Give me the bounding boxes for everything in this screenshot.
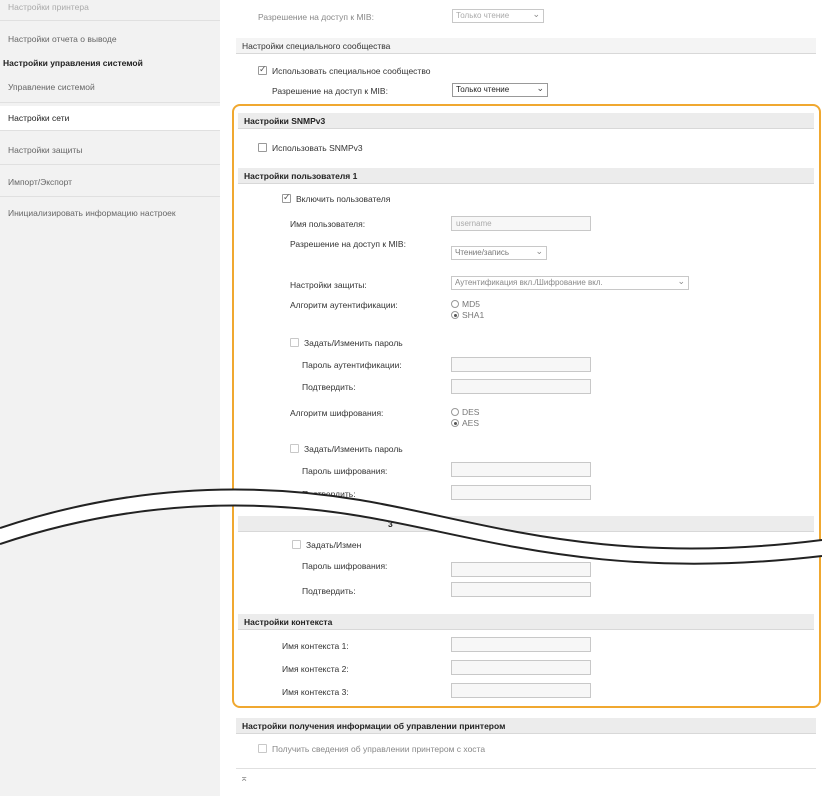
sidebar-item-system-management[interactable]: Управление системой	[0, 82, 220, 92]
auth-password-field[interactable]	[451, 357, 591, 372]
enable-user-checkbox[interactable]	[282, 192, 291, 203]
context-name-1-label: Имя контекста 1:	[282, 641, 349, 651]
sidebar-item-import-export[interactable]: Импорт/Экспорт	[0, 177, 220, 187]
chevron-down-icon: ⌄	[536, 83, 544, 93]
auth-md5-label: MD5	[462, 299, 480, 309]
sidebar-divider	[0, 130, 220, 131]
auth-confirm-field[interactable]	[451, 379, 591, 394]
sidebar-item-network-settings[interactable]: Настройки сети	[0, 106, 220, 130]
user-mib-access-select[interactable]: Чтение/запись ⌄	[451, 246, 547, 260]
mib-access-label: Разрешение на доступ к MIB:	[272, 86, 388, 96]
use-special-community-label: Использовать специальное сообщество	[272, 66, 431, 76]
username-field[interactable]: username	[451, 216, 591, 231]
auth-sha1-label: SHA1	[462, 310, 485, 320]
sidebar-group-system-management: Настройки управления системой	[3, 58, 143, 68]
username-label: Имя пользователя:	[290, 219, 366, 229]
chevron-down-icon: ⌄	[532, 9, 540, 19]
snmpv3-section-title: Настройки SNMPv3	[238, 113, 814, 129]
context-name-3-label: Имя контекста 3:	[282, 687, 349, 697]
footer-divider	[236, 768, 816, 769]
context-name-1-field[interactable]	[451, 637, 591, 652]
enc-des-radio[interactable]	[451, 408, 459, 416]
special-community-section-title: Настройки специального сообщества	[236, 38, 816, 54]
use-snmpv3-label: Использовать SNMPv3	[272, 143, 363, 153]
enc-aes-radio[interactable]	[451, 419, 459, 427]
sidebar-divider	[0, 196, 220, 197]
auth-password-label: Пароль аутентификации:	[302, 360, 402, 370]
enc-algorithm-label: Алгоритм шифрования:	[290, 408, 384, 418]
auth-sha1-radio[interactable]	[451, 311, 459, 319]
set-enc-password-label: Задать/Изменить пароль	[304, 444, 403, 454]
enc-aes-label: AES	[462, 418, 480, 428]
enc-des-label: DES	[462, 407, 480, 417]
set-enc-password-checkbox[interactable]	[290, 444, 299, 453]
context-section-title: Настройки контекста	[238, 614, 814, 630]
mib-access-select-dim[interactable]: Только чтение ⌄	[452, 9, 544, 23]
enc-password-field-2[interactable]	[451, 562, 591, 577]
auth-algorithm-label: Алгоритм аутентификации:	[290, 300, 398, 310]
set-enc-password-label-2: Задать/Измен	[306, 540, 362, 550]
sidebar-item-output-report[interactable]: Настройки отчета о выводе	[0, 34, 220, 44]
mib-access-select-value: Только чтение	[456, 85, 510, 94]
security-settings-select[interactable]: Аутентификация вкл./Шифрование вкл. ⌄	[451, 276, 689, 290]
sidebar-divider	[0, 164, 220, 165]
set-auth-password-checkbox[interactable]	[290, 338, 299, 347]
enc-confirm-label-3: Подтвердить:	[302, 586, 356, 596]
security-settings-select-value: Аутентификация вкл./Шифрование вкл.	[455, 278, 603, 287]
enc-password-label: Пароль шифрования:	[302, 466, 388, 476]
mib-access-select[interactable]: Только чтение ⌄	[452, 83, 548, 97]
sidebar-item-initialize-settings[interactable]: Инициализировать информацию настроек	[0, 207, 200, 220]
back-to-top-icon[interactable]: ⌅	[240, 773, 248, 784]
sidebar: Настройки принтера Настройки отчета о вы…	[0, 0, 220, 796]
set-enc-password-checkbox-2[interactable]	[292, 540, 301, 549]
user-mib-access-label: Разрешение на доступ к MIB:	[290, 239, 406, 249]
sidebar-divider	[0, 20, 220, 21]
mib-access-select-dim-value: Только чтение	[456, 11, 510, 20]
enc-confirm-label: Подтвердить:	[302, 489, 356, 499]
auth-md5-radio[interactable]	[451, 300, 459, 308]
user-mib-access-select-value: Чтение/запись	[455, 248, 509, 257]
security-settings-label: Настройки защиты:	[290, 280, 367, 290]
use-special-community-checkbox[interactable]	[258, 64, 267, 75]
auth-confirm-label: Подтвердить:	[302, 382, 356, 392]
use-snmpv3-checkbox[interactable]	[258, 143, 267, 152]
context-name-2-field[interactable]	[451, 660, 591, 675]
printer-mgmt-section-title: Настройки получения информации об управл…	[236, 718, 816, 734]
set-auth-password-label: Задать/Изменить пароль	[304, 338, 403, 348]
enc-confirm-field[interactable]	[451, 485, 591, 500]
chevron-down-icon: ⌄	[677, 276, 685, 286]
context-name-2-label: Имя контекста 2:	[282, 664, 349, 674]
sidebar-item-security-settings[interactable]: Настройки защиты	[0, 145, 220, 155]
context-name-3-field[interactable]	[451, 683, 591, 698]
chevron-down-icon: ⌄	[535, 246, 543, 256]
mib-access-label-dim: Разрешение на доступ к MIB:	[258, 12, 374, 22]
enc-password-label-2: Пароль шифрования:	[302, 561, 388, 571]
enc-confirm-field-3[interactable]	[451, 582, 591, 597]
sidebar-item-printer-settings[interactable]: Настройки принтера	[0, 2, 220, 12]
get-printer-mgmt-info-checkbox[interactable]	[258, 744, 267, 753]
user1-section-title: Настройки пользователя 1	[238, 168, 814, 184]
enc-password-field[interactable]	[451, 462, 591, 477]
get-printer-mgmt-info-label: Получить сведения об управлении принтеро…	[272, 744, 486, 754]
user3-section-title: 3	[238, 516, 814, 532]
enable-user-label: Включить пользователя	[296, 194, 391, 204]
sidebar-divider	[0, 102, 220, 103]
